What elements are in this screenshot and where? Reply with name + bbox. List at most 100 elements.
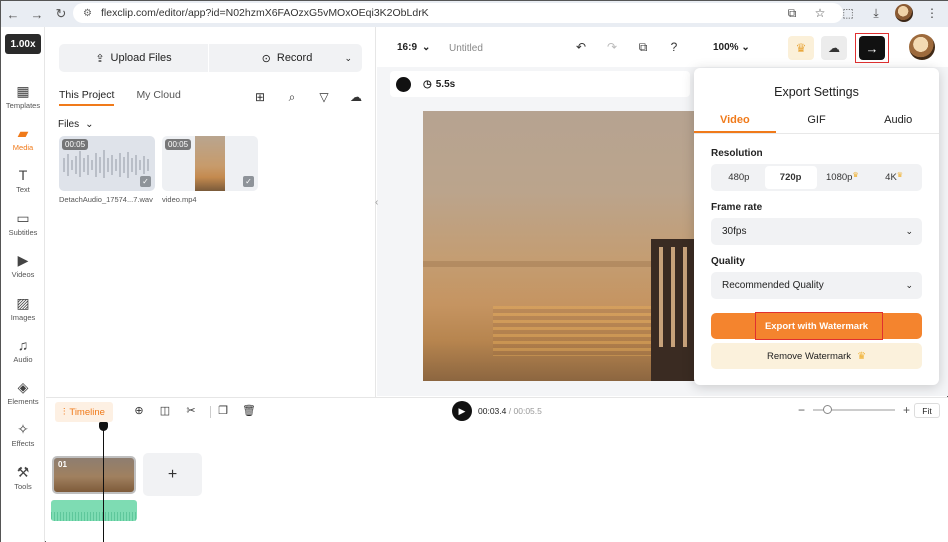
- tab-video[interactable]: Video: [694, 114, 776, 133]
- zoom-out-icon[interactable]: −: [798, 403, 805, 417]
- timeline-panel: ⫶ Timeline ⊕ ◫ ✂ ❐ 🗑 ▶ 00:03.4 / 00:05.5…: [46, 397, 948, 542]
- browser-profile-avatar[interactable]: [895, 4, 913, 22]
- filter-icon[interactable]: ▽: [313, 86, 335, 108]
- resolution-480p[interactable]: 480p: [713, 166, 765, 189]
- record-button[interactable]: ⊙ Record ⌄: [212, 44, 362, 72]
- sidebar-item-media[interactable]: ▰ Media: [1, 125, 45, 152]
- media-thumbnail-audio[interactable]: 00:05 ✓: [59, 136, 155, 191]
- elements-icon: ◈: [17, 379, 29, 395]
- tab-my-cloud[interactable]: My Cloud: [136, 89, 180, 106]
- cloud-save-button[interactable]: ☁: [821, 36, 847, 60]
- background-color-swatch[interactable]: [396, 76, 411, 92]
- video-preview-image: [195, 136, 225, 191]
- arrow-right-icon: →: [865, 40, 879, 56]
- site-settings-icon[interactable]: ⚙: [83, 8, 93, 19]
- remove-watermark-button[interactable]: Remove Watermark ♛: [711, 343, 922, 369]
- sidebar-item-text[interactable]: T Text: [1, 167, 45, 194]
- resolution-1080p[interactable]: 1080p ♛: [817, 166, 869, 189]
- time-display: 00:03.4 / 00:05.5: [478, 406, 542, 416]
- forward-arrow-icon[interactable]: →: [25, 2, 49, 26]
- play-icon: ▶: [458, 405, 466, 416]
- chevron-down-icon: ⌄: [85, 119, 94, 130]
- zoom-in-icon[interactable]: +: [903, 403, 910, 417]
- scene-control-bar: ◷ 5.5s: [390, 71, 690, 97]
- export-button[interactable]: →: [859, 36, 885, 60]
- audio-track[interactable]: [51, 500, 137, 521]
- search-icon[interactable]: ⌕: [281, 86, 303, 108]
- browser-menu-icon[interactable]: ⋮: [923, 4, 941, 22]
- play-button[interactable]: ▶: [452, 401, 472, 421]
- project-title[interactable]: Untitled: [449, 43, 483, 54]
- export-settings-title: Export Settings: [774, 85, 859, 99]
- chevron-down-icon: ⌄: [422, 42, 431, 53]
- trash-icon[interactable]: 🗑: [242, 403, 256, 417]
- sidebar-item-effects[interactable]: ✧ Effects: [1, 421, 45, 448]
- media-icon: ▰: [17, 125, 29, 141]
- scissors-icon[interactable]: ✂: [184, 403, 198, 417]
- frame-rate-select[interactable]: 30fps ⌄: [711, 218, 922, 245]
- resolution-selector: 480p 720p 1080p ♛ 4K ♛: [711, 164, 922, 191]
- collapse-panel-handle[interactable]: ‹: [375, 197, 383, 217]
- media-panel: ⇪ Upload Files ⌄ ⊙ Record ⌄ This Project…: [46, 27, 376, 397]
- templates-icon: ▦: [16, 83, 30, 99]
- checkbox[interactable]: ✓: [140, 176, 151, 187]
- extensions-icon[interactable]: ⬚: [839, 4, 857, 22]
- cloud-off-icon[interactable]: ☁: [345, 86, 367, 108]
- upload-icon: ⇪: [95, 52, 105, 65]
- video-preview[interactable]: [423, 111, 723, 381]
- chevron-down-icon: ⌄: [344, 52, 352, 63]
- scene-duration[interactable]: ◷ 5.5s: [423, 79, 455, 90]
- playhead-handle[interactable]: [99, 422, 108, 431]
- files-section-toggle[interactable]: Files ⌄: [58, 119, 94, 130]
- reload-icon[interactable]: ↻: [49, 2, 73, 26]
- chevron-down-icon: ⌄: [905, 280, 913, 290]
- timeline-toggle[interactable]: ⫶ Timeline: [55, 402, 113, 422]
- add-scene-icon[interactable]: ⊕: [132, 403, 146, 417]
- redo-icon[interactable]: ↷: [603, 38, 621, 56]
- sidebar-item-elements[interactable]: ◈ Elements: [1, 379, 45, 406]
- bookmark-star-icon[interactable]: ☆: [811, 4, 829, 22]
- undo-icon[interactable]: ↶: [572, 38, 590, 56]
- timeline-zoom-slider[interactable]: [813, 405, 896, 414]
- sidebar-item-tools[interactable]: ⚒ Tools: [1, 464, 45, 491]
- aspect-ratio-selector[interactable]: 16:9 ⌄: [397, 42, 430, 53]
- images-icon: ▨: [16, 295, 30, 311]
- zoom-selector[interactable]: 100% ⌄: [713, 42, 750, 53]
- playhead[interactable]: [99, 422, 108, 542]
- crown-icon: ♛: [857, 350, 867, 362]
- help-icon[interactable]: ?: [665, 38, 683, 56]
- checkbox[interactable]: ✓: [243, 176, 254, 187]
- export-button-highlight: →: [855, 33, 889, 63]
- export-settings-panel: Export Settings Video GIF Audio Resoluti…: [694, 68, 939, 385]
- sidebar-item-videos[interactable]: ▶ Videos: [1, 252, 45, 279]
- sidebar-item-templates[interactable]: ▦ Templates: [1, 83, 45, 110]
- new-folder-icon[interactable]: ⊞: [249, 86, 271, 108]
- export-with-watermark-button[interactable]: Export with Watermark: [711, 312, 922, 340]
- back-arrow-icon[interactable]: ←: [1, 2, 25, 26]
- download-icon[interactable]: ⤓: [867, 4, 885, 22]
- slider-knob[interactable]: [823, 405, 833, 414]
- left-sidebar: 1.00x ▦ Templates ▰ Media T Text ▭ Subti…: [1, 27, 45, 542]
- premium-crown-button[interactable]: ♛: [788, 36, 814, 60]
- sidebar-item-images[interactable]: ▨ Images: [1, 295, 45, 322]
- timeline-clip[interactable]: 01: [52, 456, 136, 494]
- sidebar-item-subtitles[interactable]: ▭ Subtitles: [1, 210, 45, 237]
- media-thumbnail-video[interactable]: 00:05 ✓: [162, 136, 258, 191]
- preview-icon[interactable]: ⧉: [634, 38, 652, 56]
- tab-audio[interactable]: Audio: [857, 114, 939, 133]
- fit-button[interactable]: Fit: [914, 403, 940, 418]
- address-bar[interactable]: ⚙ flexclip.com/editor/app?id=N02hzmX6FAO…: [73, 3, 843, 23]
- duplicate-icon[interactable]: ❐: [216, 403, 230, 417]
- sidebar-item-audio[interactable]: ♫ Audio: [1, 337, 45, 364]
- resolution-720p[interactable]: 720p: [764, 166, 817, 189]
- install-app-icon[interactable]: ⧉: [783, 4, 801, 22]
- split-icon[interactable]: ◫: [158, 403, 172, 417]
- upload-files-button[interactable]: ⇪ Upload Files: [59, 44, 208, 72]
- subtitles-icon: ▭: [16, 210, 30, 226]
- add-scene-button[interactable]: +: [143, 453, 202, 496]
- resolution-4k[interactable]: 4K ♛: [868, 166, 920, 189]
- tab-this-project[interactable]: This Project: [59, 89, 115, 106]
- user-avatar[interactable]: [909, 34, 935, 60]
- tab-gif[interactable]: GIF: [776, 114, 858, 133]
- quality-select[interactable]: Recommended Quality ⌄: [711, 272, 922, 299]
